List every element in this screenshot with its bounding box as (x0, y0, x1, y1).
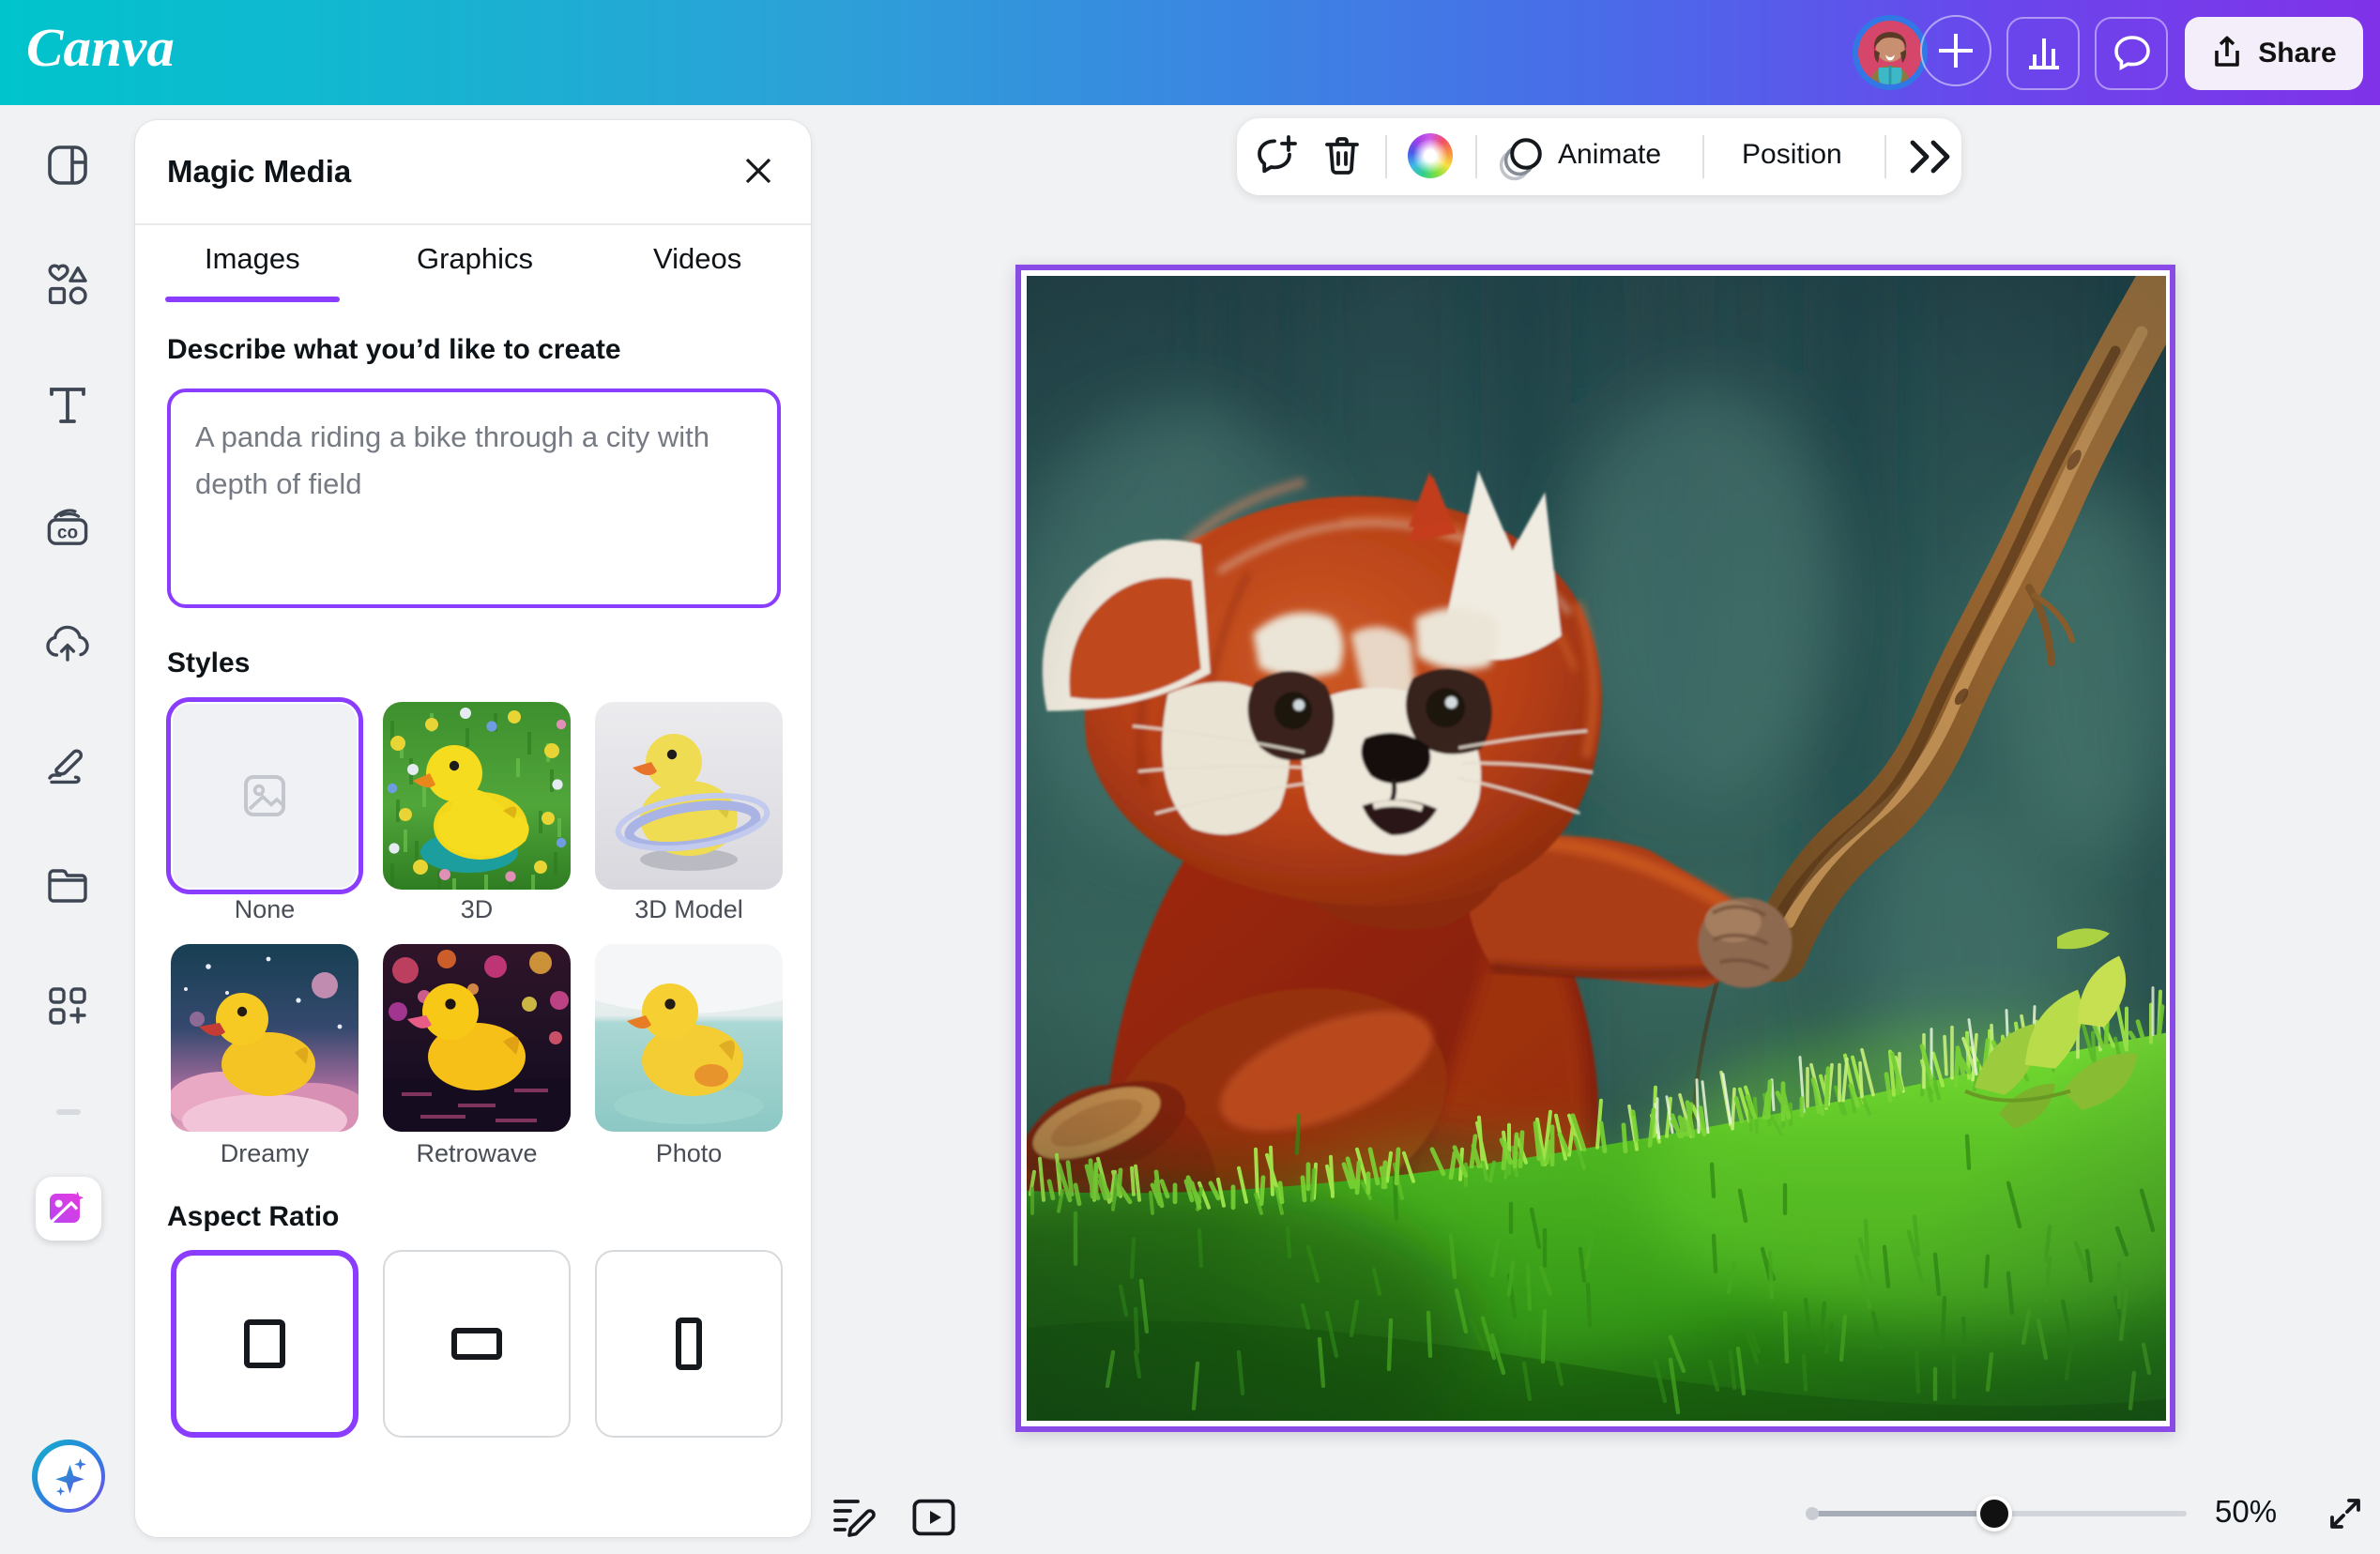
svg-text:co: co (57, 524, 78, 543)
